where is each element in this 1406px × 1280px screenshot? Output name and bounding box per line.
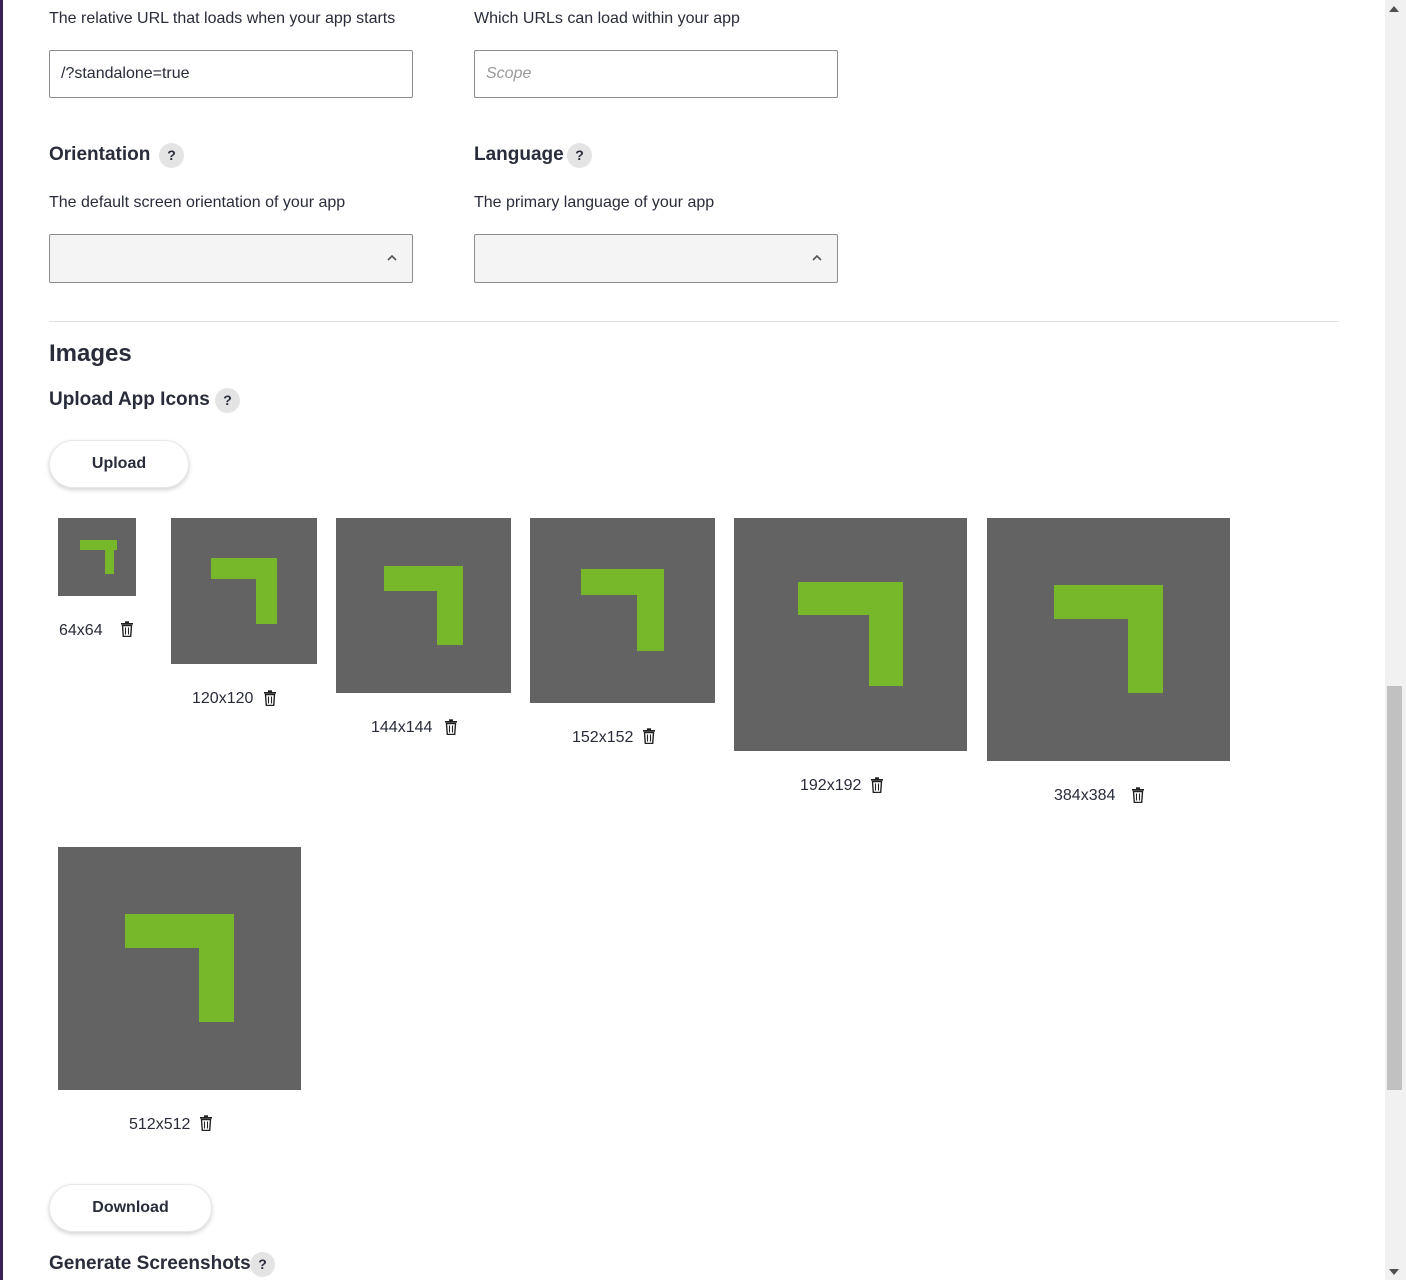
scroll-down-arrow-icon[interactable] [1389,1269,1399,1275]
icon-size-label: 192x192 [800,777,862,794]
trash-icon[interactable] [263,690,277,706]
generate-screenshots-label: Generate Screenshots [49,1253,251,1274]
icon-size-label: 144x144 [371,719,433,736]
icon-size-label: 120x120 [192,690,254,707]
trash-icon[interactable] [870,777,884,793]
app-icon-preview [58,847,301,1090]
upload-icons-help-icon[interactable]: ? [215,388,240,413]
orientation-help-icon[interactable]: ? [159,143,184,168]
trash-icon[interactable] [199,1115,213,1131]
scroll-up-arrow-icon[interactable] [1389,6,1399,12]
trash-icon[interactable] [1131,787,1145,803]
orientation-label: Orientation [49,144,151,165]
left-accent-border [0,0,3,1280]
images-heading: Images [49,340,132,367]
chevron-up-icon [812,254,822,261]
language-help-icon[interactable]: ? [567,143,592,168]
language-description: The primary language of your app [474,194,715,211]
upload-app-icons-label: Upload App Icons [49,389,210,410]
app-icon-preview [734,518,967,751]
scrollbar-thumb[interactable] [1387,686,1402,1090]
app-icon-preview [336,518,511,693]
scope-input[interactable] [474,50,838,98]
screenshots-help-icon[interactable]: ? [250,1252,275,1277]
icon-size-label: 64x64 [59,622,103,639]
section-divider [49,321,1339,322]
app-icon-preview [58,518,136,596]
start-url-description: The relative URL that loads when your ap… [49,10,396,27]
icon-size-label: 512x512 [129,1116,191,1133]
trash-icon[interactable] [444,719,458,735]
trash-icon[interactable] [120,621,134,637]
app-icon-preview [171,518,317,664]
language-select[interactable] [474,234,838,283]
icon-size-label: 152x152 [572,729,634,746]
language-label: Language [474,144,564,165]
trash-icon[interactable] [642,728,656,744]
start-url-input[interactable] [49,50,413,98]
chevron-up-icon [387,254,397,261]
orientation-select[interactable] [49,234,413,283]
download-button[interactable]: Download [49,1184,212,1232]
app-icon-preview [987,518,1230,761]
icon-size-label: 384x384 [1054,787,1116,804]
upload-button[interactable]: Upload [49,440,189,488]
scope-description: Which URLs can load within your app [474,10,740,27]
orientation-description: The default screen orientation of your a… [49,194,346,211]
app-icon-preview [530,518,715,703]
